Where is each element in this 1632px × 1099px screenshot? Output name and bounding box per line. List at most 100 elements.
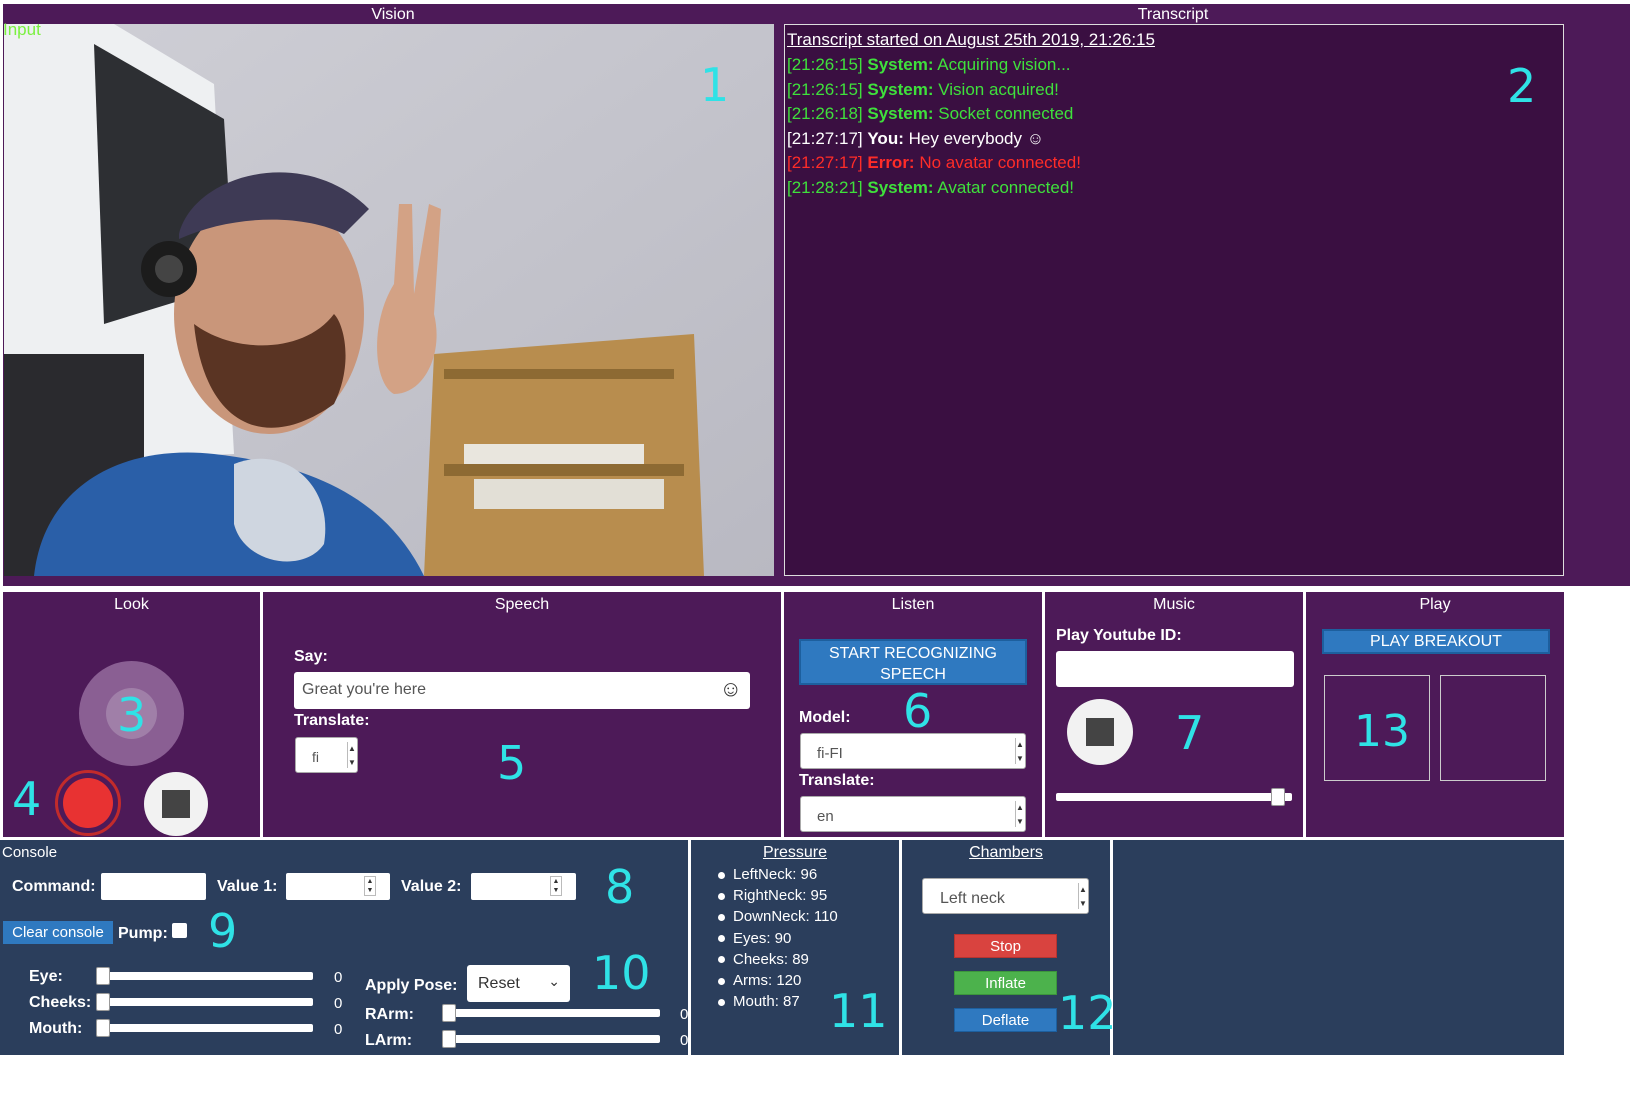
pressure-item: Mouth: 87 (718, 991, 838, 1012)
clear-console-button[interactable]: Clear console (3, 921, 113, 944)
cheeks-slider-thumb[interactable] (96, 993, 110, 1011)
pressure-item: RightNeck: 95 (718, 885, 838, 906)
rarm-slider-thumb[interactable] (442, 1004, 456, 1022)
emoji-icon[interactable]: ☺ (720, 676, 742, 702)
chevron-down-icon: ▲ ▼ (1015, 801, 1024, 827)
transcript-text: Acquiring vision... (937, 55, 1071, 74)
pressure-panel: Pressure LeftNeck: 96 RightNeck: 95 DownNe… (691, 840, 899, 1055)
annotation-7: 7 (1175, 706, 1205, 760)
pressure-item-text: DownNeck: 110 (733, 908, 838, 926)
music-stop-button[interactable] (1067, 699, 1133, 765)
larm-slider[interactable] (442, 1030, 660, 1048)
listen-header: Listen (891, 596, 935, 613)
eye-value: 0 (334, 969, 343, 986)
mouth-slider[interactable] (96, 1019, 313, 1037)
deflate-button[interactable]: Deflate (954, 1008, 1057, 1032)
annotation-8: 8 (605, 860, 635, 914)
annotation-1: 1 (700, 58, 730, 112)
bullet-icon (718, 892, 725, 900)
pump-checkbox[interactable] (172, 923, 187, 938)
chevron-down-icon: ▲ ▼ (1078, 883, 1087, 909)
model-value: fi-FI (817, 745, 843, 762)
pressure-item: DownNeck: 110 (718, 906, 838, 927)
eye-slider-thumb[interactable] (96, 967, 110, 985)
transcript-line: [21:26:18] System: Socket connected (787, 104, 1073, 124)
transcript-line: [21:26:15] System: Vision acquired! (787, 80, 1059, 100)
mouth-value: 0 (334, 1021, 343, 1038)
transcript-speaker: System: (867, 104, 934, 124)
transcript-speaker: System: (867, 79, 934, 99)
transcript-speaker: You: (867, 128, 904, 148)
stop-icon (1086, 718, 1114, 746)
apply-pose-select[interactable]: Reset ⌄ (467, 965, 570, 1002)
annotation-3: 3 (117, 688, 147, 742)
transcript-speaker: System: (867, 178, 934, 197)
pressure-item: Arms: 120 (718, 970, 838, 991)
transcript-text: Socket connected (938, 104, 1074, 124)
value2-label: Value 2: (401, 878, 462, 895)
value1-input[interactable]: ▲ ▼ (286, 873, 390, 900)
chambers-header: Chambers (969, 844, 1043, 861)
mouth-slider-thumb[interactable] (96, 1019, 110, 1037)
transcript-speaker: System: (867, 55, 934, 74)
model-select[interactable]: fi-FI ▲ ▼ (800, 733, 1026, 769)
cheeks-slider[interactable] (96, 993, 313, 1011)
speech-panel: Speech Say: Great you're here ☺ Translat… (263, 592, 781, 837)
chambers-select[interactable]: Left neck ▲ ▼ (922, 878, 1089, 914)
pressure-item: LeftNeck: 96 (718, 864, 838, 885)
play-header: Play (1419, 596, 1451, 613)
volume-slider-thumb[interactable] (1271, 788, 1286, 806)
annotation-6: 6 (903, 684, 933, 738)
look-panel: Look 3 4 (3, 592, 260, 837)
play-panel: Play PLAY BREAKOUT 13 (1306, 592, 1564, 837)
pressure-item: Eyes: 90 (718, 928, 838, 949)
annotation-9: 9 (208, 904, 238, 958)
stop-look-button[interactable] (144, 772, 208, 836)
transcript-time: [21:26:15] (787, 79, 863, 99)
value1-stepper[interactable]: ▲ ▼ (364, 876, 376, 896)
volume-slider[interactable] (1056, 788, 1292, 806)
value2-input[interactable]: ▲ ▼ (471, 873, 576, 900)
game-canvas-right[interactable] (1440, 675, 1546, 781)
youtube-input[interactable] (1056, 651, 1294, 687)
eye-slider[interactable] (96, 967, 313, 985)
pressure-header: Pressure (762, 844, 828, 861)
say-input[interactable]: Great you're here ☺ (294, 672, 750, 709)
youtube-label: Play Youtube ID: (1056, 627, 1182, 644)
stop-chamber-button[interactable]: Stop (954, 934, 1057, 958)
say-label: Say: (294, 648, 328, 665)
speech-header: Speech (494, 596, 550, 613)
pressure-item-text: LeftNeck: 96 (733, 866, 818, 883)
transcript-speaker: Error: (867, 153, 915, 173)
rarm-label: RArm: (365, 1006, 414, 1023)
transcript-time: [21:26:15] (787, 55, 863, 74)
speech-translate-select[interactable]: fi ▲ ▼ (295, 737, 358, 773)
pump-label: Pump: (118, 925, 168, 942)
value2-stepper[interactable]: ▲ ▼ (550, 876, 562, 896)
transcript-line: [21:27:17] You: Hey everybody ☺ (787, 129, 1044, 149)
mouth-label: Mouth: (29, 1020, 83, 1037)
larm-slider-thumb[interactable] (442, 1030, 456, 1048)
annotation-11: 11 (829, 984, 888, 1038)
command-input[interactable] (101, 873, 206, 900)
rarm-slider[interactable] (442, 1004, 660, 1022)
play-breakout-button[interactable]: PLAY BREAKOUT (1322, 629, 1550, 654)
cheeks-label: Cheeks: (29, 994, 92, 1011)
start-recognizing-line2: SPEECH (880, 666, 946, 683)
annotation-5: 5 (497, 736, 527, 790)
camera-image (4, 24, 774, 576)
transcript-text: Hey everybody ☺ (908, 128, 1045, 148)
command-label: Command: (12, 878, 96, 895)
music-header: Music (1153, 596, 1195, 613)
bullet-icon (718, 998, 725, 1006)
listen-translate-select[interactable]: en ▲ ▼ (800, 796, 1026, 832)
transcript-line: [21:28:21] System: Avatar connected! (787, 178, 1074, 198)
transcript-text: Avatar connected! (937, 178, 1075, 197)
record-button[interactable] (55, 770, 121, 836)
inflate-button[interactable]: Inflate (954, 971, 1057, 995)
bullet-icon (718, 913, 725, 921)
pressure-item-text: RightNeck: 95 (733, 887, 828, 905)
transcript-header: Transcript (1137, 6, 1209, 23)
start-recognizing-button[interactable]: START RECOGNIZING SPEECH (799, 639, 1027, 685)
value1-label: Value 1: (217, 878, 278, 895)
